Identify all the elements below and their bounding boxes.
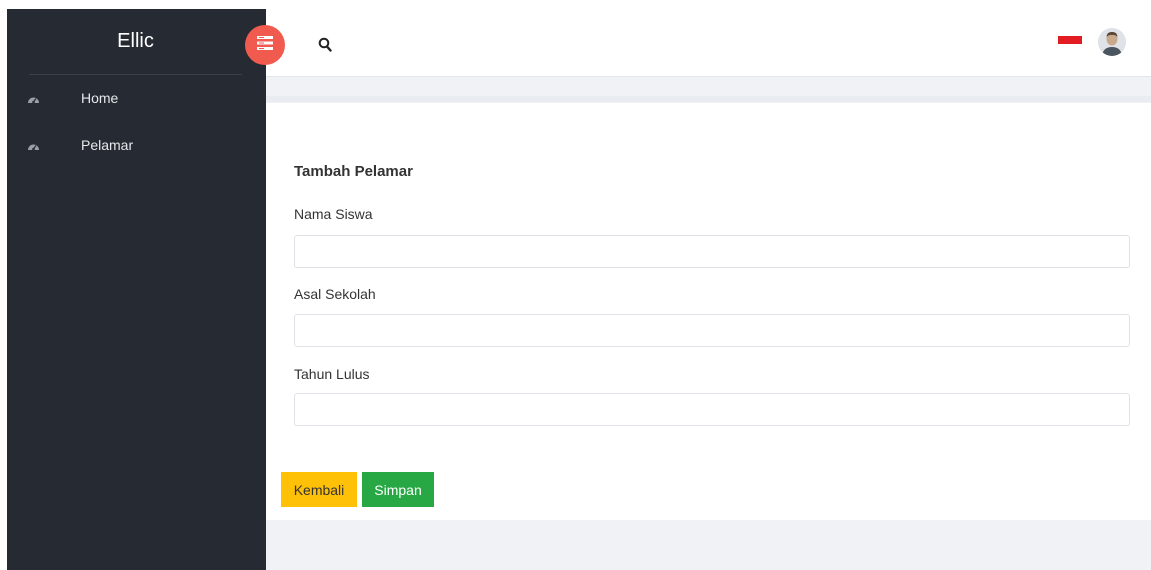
flag-icon[interactable] — [1058, 36, 1082, 44]
dashboard-icon — [27, 92, 40, 105]
asal-sekolah-label: Asal Sekolah — [294, 286, 376, 302]
menu-toggle-icon — [257, 35, 273, 55]
avatar[interactable] — [1098, 28, 1126, 56]
nama-siswa-label: Nama Siswa — [294, 206, 373, 222]
asal-sekolah-input[interactable] — [294, 314, 1130, 347]
tahun-lulus-input[interactable] — [294, 393, 1130, 426]
tahun-lulus-label: Tahun Lulus — [294, 366, 370, 382]
brand-title: Ellic — [29, 9, 242, 75]
search-icon[interactable] — [318, 37, 332, 53]
form-title: Tambah Pelamar — [294, 163, 413, 180]
content-header-strip — [266, 96, 1151, 102]
user-avatar-icon — [1098, 28, 1126, 56]
save-button[interactable]: Simpan — [362, 472, 434, 507]
back-button[interactable]: Kembali — [281, 472, 357, 507]
sidebar-item-label: Home — [81, 90, 119, 106]
sidebar-item-pelamar[interactable]: Pelamar — [7, 131, 266, 161]
sidebar-item-label: Pelamar — [81, 137, 134, 153]
nama-siswa-input[interactable] — [294, 235, 1130, 268]
dashboard-icon — [27, 139, 40, 152]
sidebar-item-home[interactable]: Home — [7, 84, 266, 114]
sidebar: Ellic Home Pelamar — [7, 9, 266, 570]
top-bar — [266, 9, 1151, 77]
sidebar-toggle-button[interactable] — [245, 25, 285, 65]
